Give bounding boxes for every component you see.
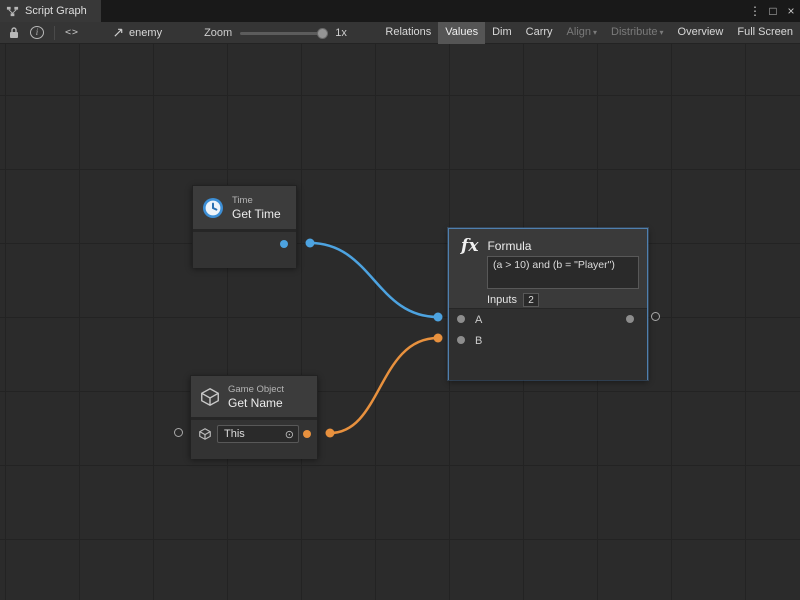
formula-fx-icon: fx	[461, 236, 478, 256]
zoom-slider-track	[240, 32, 328, 35]
graph-toolbar: i <> enemy Zoom 1x Relations Values Dim …	[0, 22, 800, 44]
maximize-icon[interactable]: □	[764, 0, 782, 22]
object-wire-get-name-to-b	[330, 338, 438, 433]
tab-script-graph[interactable]: Script Graph	[0, 0, 101, 22]
target-object-dropdown[interactable]: This ⊙	[217, 425, 299, 443]
inputs-count-field[interactable]: 2	[523, 293, 539, 307]
graph-tab-icon	[6, 5, 19, 18]
target-cube-icon	[198, 427, 212, 441]
chevron-down-icon: ▾	[593, 28, 597, 37]
wire-layer	[0, 44, 800, 600]
formula-expression-input[interactable]: (a > 10) and (b = "Player")	[487, 256, 639, 289]
clock-icon	[201, 196, 225, 220]
formula-top-section: fx Formula (a > 10) and (b = "Player") I…	[449, 229, 647, 308]
script-graph-window: Script Graph ⋮ □ × i <> enemy Zoom	[0, 0, 800, 600]
graph-asset-icon	[113, 27, 124, 38]
align-label: Align	[567, 26, 591, 38]
get-time-header: Time Get Time	[193, 186, 296, 229]
node-title: Get Name	[228, 396, 284, 410]
get-name-output-port[interactable]	[303, 430, 311, 438]
formula-result-output-port[interactable]	[651, 312, 660, 321]
node-title: Formula	[487, 239, 531, 253]
node-get-name[interactable]: Game Object Get Name This ⊙	[190, 375, 318, 458]
relations-button[interactable]: Relations	[378, 22, 438, 44]
target-value: This	[224, 428, 285, 440]
graph-canvas[interactable]: Time Get Time fx Formula (a > 10) and (b…	[0, 44, 800, 600]
formula-ports-section: A B	[449, 308, 647, 380]
info-icon[interactable]: i	[30, 26, 44, 39]
wire-endpoint	[434, 334, 443, 343]
get-time-body	[193, 232, 296, 268]
get-name-body: This ⊙	[191, 420, 317, 459]
distribute-label: Distribute	[611, 26, 657, 38]
chevron-down-icon: ▾	[660, 28, 664, 37]
toolbar-separator	[54, 26, 55, 40]
overview-button[interactable]: Overview	[671, 22, 731, 44]
zoom-value: 1x	[335, 27, 347, 39]
get-name-target-input-port[interactable]	[174, 428, 183, 437]
inputs-label: Inputs	[487, 294, 517, 306]
get-time-output-port[interactable]	[280, 240, 288, 248]
graph-breadcrumb[interactable]: enemy	[113, 27, 162, 39]
code-view-icon[interactable]: <>	[65, 22, 79, 44]
formula-output-port[interactable]	[626, 315, 634, 323]
tab-label: Script Graph	[25, 5, 87, 17]
zoom-label: Zoom	[204, 27, 232, 39]
game-object-cube-icon	[199, 386, 221, 408]
port-row-b: B	[449, 330, 647, 351]
node-title: Get Time	[232, 207, 281, 221]
values-button[interactable]: Values	[438, 22, 485, 44]
titlebar-spacer	[101, 0, 746, 22]
node-formula[interactable]: fx Formula (a > 10) and (b = "Player") I…	[448, 228, 648, 380]
window-menu-icon[interactable]: ⋮	[746, 0, 764, 22]
formula-input-a-port[interactable]	[457, 315, 465, 323]
node-category: Time	[232, 195, 281, 207]
wire-endpoint	[434, 313, 443, 322]
port-row-a: A	[449, 309, 647, 330]
zoom-slider[interactable]	[240, 22, 328, 44]
wire-endpoint	[306, 239, 315, 248]
port-b-label: B	[475, 335, 482, 347]
lock-icon[interactable]	[6, 22, 22, 44]
node-get-time[interactable]: Time Get Time	[192, 185, 297, 267]
value-wire-get-time-to-a	[310, 243, 438, 317]
formula-inputs-row: Inputs 2	[487, 293, 539, 307]
graph-name-label: enemy	[129, 27, 162, 39]
align-button[interactable]: Align▾	[560, 22, 604, 44]
formula-input-b-port[interactable]	[457, 336, 465, 344]
object-picker-icon[interactable]: ⊙	[285, 428, 294, 441]
formula-header: fx Formula	[449, 229, 647, 256]
title-bar: Script Graph ⋮ □ ×	[0, 0, 800, 22]
full-screen-button[interactable]: Full Screen	[730, 22, 800, 44]
close-icon[interactable]: ×	[782, 0, 800, 22]
carry-button[interactable]: Carry	[519, 22, 560, 44]
port-a-label: A	[475, 314, 482, 326]
wire-endpoint	[326, 429, 335, 438]
get-name-header: Game Object Get Name	[191, 376, 317, 417]
node-category: Game Object	[228, 384, 284, 396]
distribute-button[interactable]: Distribute▾	[604, 22, 670, 44]
zoom-slider-knob[interactable]	[317, 28, 328, 39]
dim-button[interactable]: Dim	[485, 22, 519, 44]
